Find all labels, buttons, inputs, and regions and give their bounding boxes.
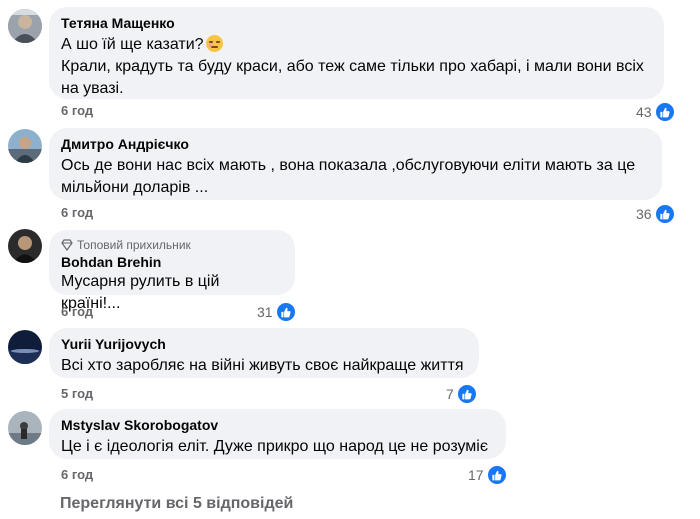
like-icon [456,384,477,404]
comment-bubble: Дмитро Андрієчко Ось де вони нас всіх ма… [49,128,662,200]
comment-timestamp[interactable]: 6 год [61,205,93,220]
reaction-count-value: 43 [636,104,652,120]
view-more-replies-link[interactable]: Переглянути всі 5 відповідей [60,495,293,513]
avatar[interactable] [8,411,42,445]
comment-text: А шо їй ще казати? Крали, крадуть та буд… [61,34,652,100]
reaction-count-value: 7 [446,386,454,402]
comment-text: Всі хто заробляє на війні живуть своє на… [61,355,467,377]
comment-author[interactable]: Тетяна Мащенко [61,14,652,32]
comment-text: Ось де вони нас всіх мають , вона показа… [61,155,650,199]
comment-line: Всі хто заробляє на війні живуть своє на… [61,357,464,374]
comment-line: на увазі. [61,80,124,97]
comment-author[interactable]: Mstyslav Skorobogatov [61,416,494,434]
like-icon [275,302,296,322]
like-icon [654,204,675,224]
comment-line: Крали, крадуть та буду краси, або теж са… [61,58,644,75]
comment-text: Мусарня рулить в цій країні!... [61,271,283,315]
reaction-count[interactable]: 17 [468,465,507,485]
comment-line: мільйони доларів ... [61,179,209,196]
comment-timestamp[interactable]: 6 год [61,304,93,319]
reaction-count-value: 36 [636,206,652,222]
comment-author[interactable]: Yurii Yurijovych [61,335,467,353]
comment-timestamp[interactable]: 6 год [61,103,93,118]
reaction-count[interactable]: 7 [446,384,477,404]
reaction-count[interactable]: 43 [636,102,675,122]
badge-label: Топовий прихильник [77,238,191,252]
comment-author[interactable]: Bohdan Brehin [61,253,283,271]
comment-line: Мусарня рулить в цій країні!... [61,273,220,312]
comment-bubble: Тетяна Мащенко А шо їй ще казати? Крали,… [49,7,664,99]
comment-timestamp[interactable]: 5 год [61,386,93,401]
comment-line: А шо їй ще казати? [61,36,204,53]
comment-text: Це і є ідеологія еліт. Дуже прикро що на… [61,436,494,458]
comment-timestamp[interactable]: 6 год [61,467,93,482]
avatar[interactable] [8,330,42,364]
reaction-count[interactable]: 31 [257,302,296,322]
comment-bubble: Yurii Yurijovych Всі хто заробляє на вій… [49,328,479,378]
avatar[interactable] [8,229,42,263]
like-icon [486,465,507,485]
reaction-count[interactable]: 36 [636,204,675,224]
comment-author[interactable]: Дмитро Андрієчко [61,135,650,153]
top-fan-badge: Топовий прихильник [61,237,283,253]
diamond-icon [61,239,73,251]
avatar[interactable] [8,9,42,43]
avatar[interactable] [8,129,42,163]
comment-bubble: Mstyslav Skorobogatov Це і є ідеологія е… [49,409,506,459]
reaction-count-value: 17 [468,467,484,483]
reaction-count-value: 31 [257,304,273,320]
pensive-face-icon [205,35,223,52]
like-icon [654,102,675,122]
comment-line: Ось де вони нас всіх мають , вона показа… [61,157,636,174]
comment-line: Це і є ідеологія еліт. Дуже прикро що на… [61,438,489,455]
comment-bubble: Топовий прихильник Bohdan Brehin Мусарня… [49,230,295,312]
